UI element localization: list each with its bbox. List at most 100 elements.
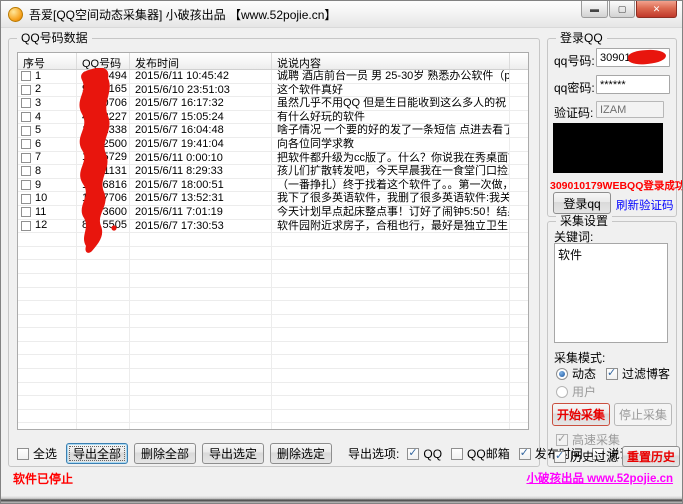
refresh-captcha-link[interactable]: 刷新验证码: [616, 197, 674, 213]
select-all-label: 全选: [33, 447, 58, 461]
filter-blog-checkbox[interactable]: [606, 367, 619, 380]
row-checkbox[interactable]: [21, 152, 31, 163]
row-content-cell: 这个软件真好: [272, 83, 510, 98]
table-row[interactable]: 1 6 455494 2015/6/11 10:45:42 诚聘 酒店前台一员 男 25…: [18, 70, 528, 84]
empty-table-row: [18, 328, 528, 342]
qq-suffix: 1131: [103, 165, 127, 177]
row-content-cell: 我下了很多英语软件，我删了很多英语软件:我关注了很多英...: [272, 192, 510, 206]
table-row[interactable]: 3 2 50706 2015/6/7 16:17:32 虽然几乎不用QQ 但是生日能收到…: [18, 97, 528, 111]
row-tail-cell: [510, 220, 528, 234]
reset-history-button[interactable]: 重置历史: [622, 446, 681, 467]
row-number: 12: [35, 219, 48, 232]
history-filter-label: 历史过滤: [570, 450, 619, 464]
export-option-qqmail-label: QQ邮箱: [467, 447, 510, 461]
close-button[interactable]: ✕: [636, 1, 677, 18]
mode-user-radio[interactable]: [556, 385, 568, 398]
qq-suffix: 28165: [96, 83, 127, 96]
captcha-input[interactable]: [596, 101, 664, 118]
export-option-qq[interactable]: QQ: [407, 447, 442, 461]
table-row[interactable]: 5 1 81338 2015/6/7 16:04:48 啥子情况 一个要的好的发了一条短…: [18, 124, 528, 138]
column-header-content[interactable]: 说说内容: [272, 53, 510, 69]
history-filter-row: 历史过滤 重置历史: [554, 446, 681, 467]
table-row[interactable]: 12 87 5505 2015/6/7 17:30:53 软件园附近求房子，合租也行，最…: [18, 219, 528, 234]
qq-prefix: 1: [82, 137, 89, 150]
table-row[interactable]: 9 1 76816 2015/6/7 18:00:51 （一番挣扎）终于找着这个软件了。…: [18, 178, 528, 193]
row-checkbox[interactable]: [21, 84, 31, 95]
credit-link[interactable]: 小破孩出品 www.52pojie.cn: [526, 470, 673, 486]
table-row[interactable]: 2 9 28165 2015/6/10 23:51:03 这个软件真好: [18, 83, 528, 98]
qq-password-input[interactable]: [596, 75, 670, 94]
stop-collect-button[interactable]: 停止采集: [614, 403, 672, 426]
row-checkbox[interactable]: [21, 98, 31, 109]
row-tail-cell: [510, 179, 528, 193]
table-body: 1 6 455494 2015/6/11 10:45:42 诚聘 酒店前台一员 男 25…: [18, 70, 528, 429]
export-all-button[interactable]: 导出全部: [66, 443, 129, 464]
login-button[interactable]: 登录qq: [553, 192, 611, 214]
column-header-index[interactable]: 序号: [18, 53, 77, 69]
row-checkbox[interactable]: [21, 207, 31, 218]
captcha-label: 验证码:: [554, 106, 594, 120]
row-content-cell: 今天计划早点起床整点事！订好了闹钟5:50！结果……结果…...: [272, 205, 510, 220]
start-collect-button[interactable]: 开始采集: [552, 403, 610, 426]
export-option-qqmail[interactable]: QQ邮箱: [451, 445, 510, 462]
row-time-cell: 2015/6/7 16:17:32: [130, 97, 272, 111]
row-number: 5: [35, 124, 42, 137]
qq-prefix: 1: [82, 124, 89, 137]
row-checkbox[interactable]: [21, 220, 31, 231]
column-header-time[interactable]: 发布时间: [130, 53, 272, 69]
qq-suffix: 2227: [102, 110, 127, 123]
export-option-qqmail-box[interactable]: [451, 447, 464, 460]
qq-data-group-label: QQ号码数据: [17, 31, 92, 45]
history-filter-checkbox[interactable]: [554, 450, 566, 463]
row-index-cell: 12: [18, 219, 77, 234]
row-checkbox[interactable]: [21, 139, 31, 150]
row-number: 3: [35, 97, 42, 109]
minimize-icon: ▬: [590, 3, 599, 14]
delete-selected-button[interactable]: 删除选定: [270, 443, 333, 464]
empty-table-row: [18, 409, 528, 424]
keyword-textarea[interactable]: 软件: [554, 243, 668, 343]
table-row[interactable]: 4 4 2227 2015/6/7 15:05:24 有什么好玩的软件: [18, 110, 528, 125]
select-all-box[interactable]: [17, 447, 29, 460]
mode-dynamic-radio[interactable]: [556, 367, 568, 380]
column-header-qq[interactable]: QQ号码: [77, 53, 130, 69]
table-row[interactable]: 7 13 85729 2015/6/11 0:00:10 把软件都升级为cc版了。什么？…: [18, 151, 528, 166]
qq-data-group: QQ号码数据 序号 QQ号码 发布时间 说说内容 1 6 455494 2015/6/…: [8, 31, 656, 467]
qq-number-label: qq号码:: [554, 54, 595, 68]
delete-all-button[interactable]: 删除全部: [134, 443, 197, 464]
export-selected-button[interactable]: 导出选定: [202, 443, 265, 464]
table-row[interactable]: 10 1 47706 2015/6/7 13:52:31 我下了很多英语软件，我删了很多…: [18, 192, 528, 206]
select-all-checkbox[interactable]: 全选: [17, 445, 57, 462]
empty-table-row: [18, 355, 528, 370]
high-speed-checkbox[interactable]: [556, 433, 568, 446]
export-option-time-box[interactable]: [518, 447, 531, 460]
qq-listview[interactable]: 序号 QQ号码 发布时间 说说内容 1 6 455494 2015/6/11 10:4…: [17, 52, 529, 430]
minimize-button[interactable]: ▬: [581, 1, 608, 18]
row-content-cell: 向各位同学求教: [272, 137, 510, 152]
captcha-image: [553, 123, 663, 173]
maximize-button[interactable]: ▢: [609, 1, 635, 18]
app-window: 吾爱[QQ空间动态采集器] 小破孩出品 【www.52pojie.cn】 ▬ ▢…: [0, 0, 683, 504]
row-qq-cell: 1 76816: [77, 178, 130, 193]
qq-number-input[interactable]: [596, 48, 670, 67]
row-checkbox[interactable]: [21, 125, 31, 136]
row-time-cell: 2015/6/11 8:29:33: [130, 165, 272, 179]
row-checkbox[interactable]: [21, 180, 31, 191]
row-content-cell: 软件园附近求房子，合租也行，最好是独立卫生: [272, 219, 510, 234]
table-row[interactable]: 6 1 42500 2015/6/7 19:41:04 向各位同学求教: [18, 137, 528, 152]
empty-table-row: [18, 273, 528, 288]
row-checkbox[interactable]: [21, 71, 31, 82]
qq-suffix: 455494: [90, 70, 127, 82]
row-number: 8: [35, 165, 42, 177]
row-checkbox[interactable]: [21, 166, 31, 177]
table-row[interactable]: 8 38 1131 2015/6/11 8:29:33 孩儿们扩散转发吧，今天早晨我在一…: [18, 165, 528, 179]
qq-prefix: 93: [82, 205, 95, 218]
row-index-cell: 1: [18, 70, 77, 84]
table-row[interactable]: 11 93 3600 2015/6/11 7:01:19 今天计划早点起床整点事！订好了…: [18, 205, 528, 220]
row-checkbox[interactable]: [21, 193, 31, 204]
row-content-cell: 虽然几乎不用QQ 但是生日能收到这么多人的祝: [272, 97, 510, 111]
row-tail-cell: [510, 165, 528, 179]
export-option-qq-box[interactable]: [407, 447, 420, 460]
row-checkbox[interactable]: [21, 112, 31, 123]
qq-suffix: 42500: [96, 137, 127, 150]
